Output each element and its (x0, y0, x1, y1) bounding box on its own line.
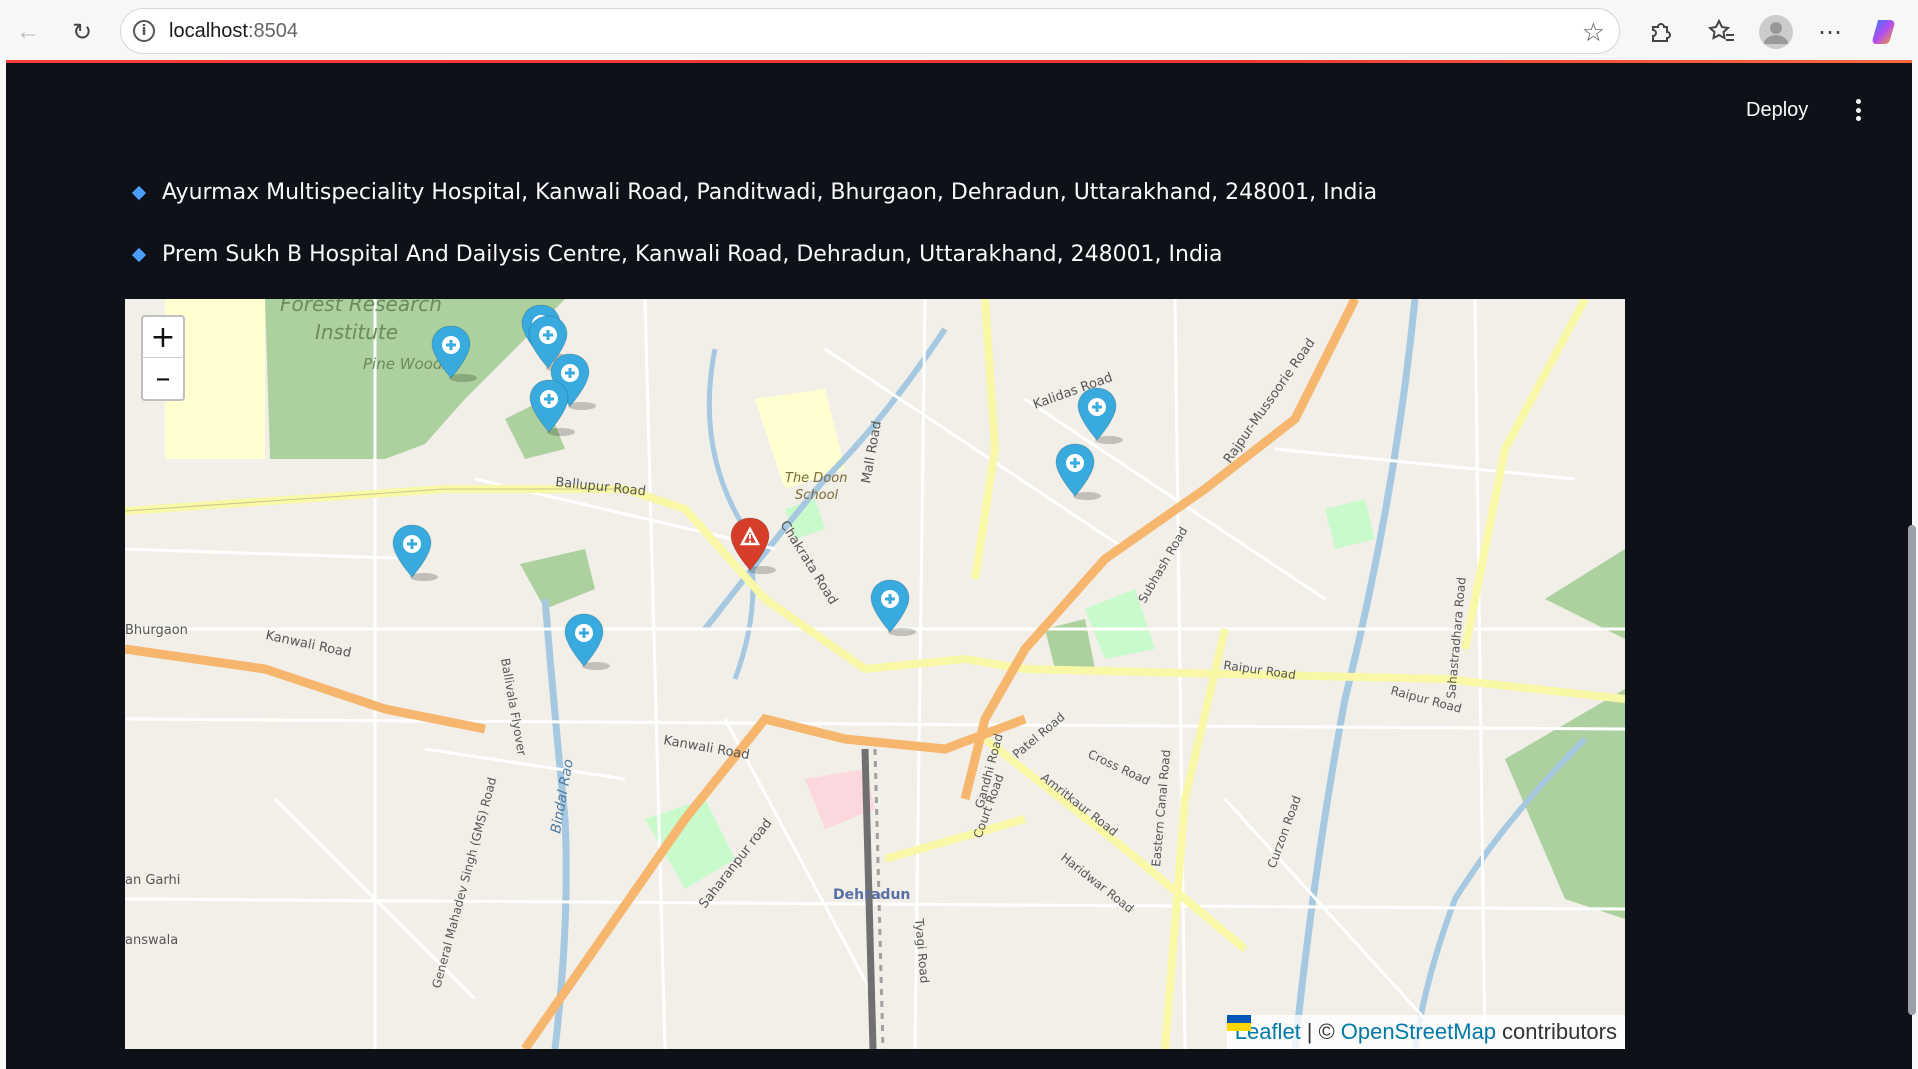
map-label: Kanwali Road (264, 628, 352, 661)
map-label: The Doon (785, 471, 847, 486)
map-attribution: Leaflet | © OpenStreetMap contributors (1226, 1015, 1625, 1049)
bullet-icon (131, 247, 147, 262)
plus-circle-icon (1066, 454, 1084, 472)
hospital-address: Ayurmax Multispeciality Hospital, Kanwal… (162, 180, 1378, 205)
favorite-star-icon[interactable]: ☆ (1582, 17, 1605, 48)
plus-circle-icon (403, 535, 421, 553)
map-label: General Mahadev Singh (GMS) Road (429, 776, 499, 990)
more-options-icon[interactable]: ⋯ (1810, 12, 1850, 52)
extensions-puzzle-icon[interactable] (1640, 12, 1680, 52)
map-label: Institute (315, 320, 398, 344)
map-label: Ballivala Flyover (498, 657, 529, 757)
park-area (1045, 619, 1095, 669)
plus-circle-icon (1088, 398, 1106, 416)
url-text: localhost:8504 (169, 20, 298, 42)
map-label: Curzon Road (1265, 794, 1304, 870)
leaflet-map[interactable]: Forest Research Institute Pine Woods Bal… (125, 299, 1625, 1049)
plus-circle-icon (540, 390, 558, 408)
address-bar[interactable]: i localhost:8504 ☆ (120, 8, 1620, 54)
copyright-symbol: © (1318, 1019, 1335, 1044)
map-label: an Garhi (125, 873, 180, 888)
hospital-address: Prem Sukh B Hospital And Dailysis Centre… (162, 242, 1223, 267)
list-item: Prem Sukh B Hospital And Dailysis Centre… (131, 242, 1223, 267)
park-area (520, 549, 595, 609)
map-label: Kanwali Road (662, 733, 750, 763)
map-label: Amritkaur Road (1038, 770, 1120, 839)
map-label: Bhurgaon (125, 623, 188, 638)
ukraine-flag-icon (1226, 1015, 1251, 1031)
site-info-icon[interactable]: i (133, 20, 155, 42)
favorites-list-icon[interactable] (1702, 12, 1742, 52)
contributors-text: contributors (1502, 1019, 1617, 1044)
reload-icon[interactable]: ↻ (62, 12, 102, 52)
deploy-button[interactable]: Deploy (1746, 99, 1808, 122)
map-label: Mall Road (859, 420, 885, 485)
scrollbar[interactable] (1908, 525, 1916, 1015)
map-label: Cross Road (1086, 747, 1152, 788)
zoom-out-button[interactable]: – (141, 357, 185, 401)
plus-circle-icon (442, 336, 460, 354)
list-item: Ayurmax Multispeciality Hospital, Kanwal… (131, 180, 1378, 205)
map-label: Ballupur Road (555, 475, 647, 499)
plus-circle-icon (539, 326, 557, 344)
plus-circle-icon (881, 590, 899, 608)
map-label: answala (125, 933, 178, 948)
profile-avatar-icon[interactable] (1756, 12, 1796, 52)
plus-circle-icon (575, 624, 593, 642)
map-label: Forest Research (280, 299, 442, 316)
bullet-icon (131, 185, 147, 200)
copilot-icon[interactable] (1866, 12, 1906, 52)
attribution-separator: | (1306, 1019, 1313, 1044)
forest-area (1545, 549, 1625, 639)
main-menu-icon[interactable] (1848, 95, 1868, 125)
zoom-in-button[interactable]: + (141, 315, 185, 359)
browser-toolbar: ← ↻ i localhost:8504 ☆ ⋯ (0, 0, 1918, 62)
map-label: Dehradun (833, 887, 910, 903)
osm-link[interactable]: OpenStreetMap (1341, 1019, 1496, 1045)
map-tiles[interactable]: Forest Research Institute Pine Woods Bal… (125, 299, 1625, 1049)
map-label: School (795, 488, 839, 503)
back-arrow-icon[interactable]: ← (8, 12, 48, 52)
map-label: Eastern Canal Road (1149, 749, 1173, 867)
park-area (1325, 499, 1375, 549)
